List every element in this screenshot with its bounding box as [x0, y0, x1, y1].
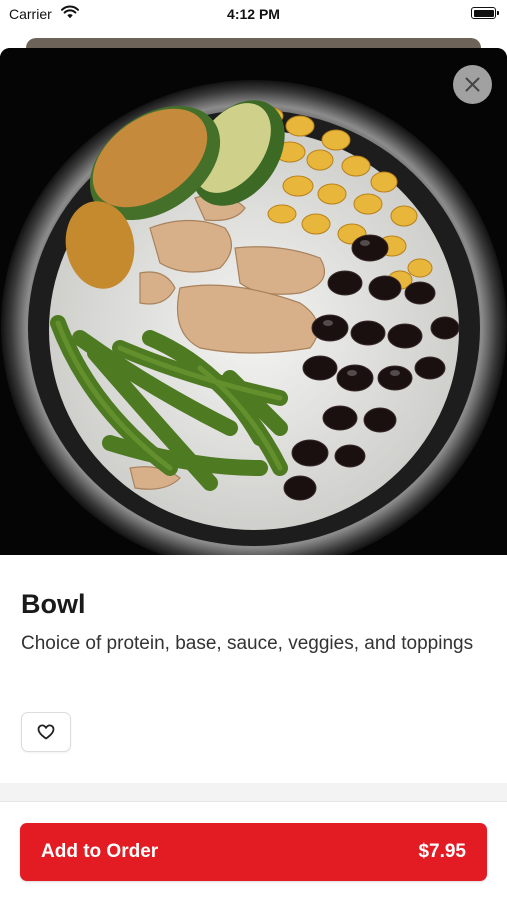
add-to-order-button[interactable]: Add to Order $7.95: [20, 823, 487, 881]
item-details: Bowl Choice of protein, base, sauce, veg…: [0, 555, 507, 783]
item-name: Bowl: [21, 589, 86, 619]
section-divider: [0, 783, 507, 801]
status-time: 4:12 PM: [227, 6, 280, 22]
add-to-order-label: Add to Order: [41, 841, 159, 862]
favorite-button[interactable]: [21, 712, 71, 752]
status-bar: Carrier 4:12 PM: [0, 0, 507, 30]
close-icon: [465, 77, 480, 92]
bowl-photo: [0, 48, 507, 555]
order-footer: Add to Order $7.95: [0, 801, 507, 900]
item-description: Choice of protein, base, sauce, veggies,…: [21, 633, 474, 654]
battery-icon: [471, 7, 499, 19]
item-price: $7.95: [418, 841, 466, 862]
heart-icon: [37, 724, 55, 740]
close-button[interactable]: [453, 65, 492, 104]
